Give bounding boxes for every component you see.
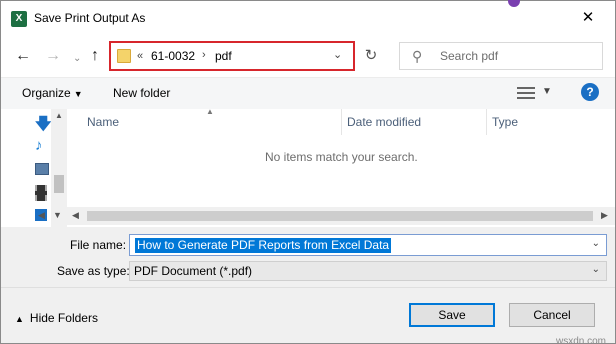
breadcrumb-pdf[interactable]: pdf: [215, 49, 232, 63]
address-dropdown-icon[interactable]: ⌄: [333, 48, 342, 61]
address-row: ← → ⌄ ↑ « 61-0032 › pdf ⌄ ↻ ⚲ Search pdf: [1, 35, 615, 77]
nav-pane-scroll-thumb[interactable]: [54, 175, 64, 193]
organize-button[interactable]: Organize ▼: [22, 86, 83, 100]
file-name-dropdown-icon[interactable]: ⌄: [592, 238, 600, 249]
music-icon[interactable]: ♪: [35, 137, 49, 154]
recent-locations-dropdown-icon[interactable]: ⌄: [73, 51, 81, 67]
save-as-type-select[interactable]: PDF Document (*.pdf) ⌄: [129, 261, 607, 281]
organize-label: Organize: [22, 86, 71, 100]
search-input[interactable]: ⚲ Search pdf: [399, 42, 603, 70]
view-options-icon[interactable]: [517, 87, 535, 99]
column-header-row: ▲ Name Date modified Type: [67, 107, 615, 135]
column-divider[interactable]: [341, 109, 342, 135]
address-bar[interactable]: « 61-0032 › pdf ⌄: [109, 41, 355, 71]
scroll-up-icon[interactable]: ▲: [55, 111, 63, 120]
sort-caret-icon: ▲: [206, 107, 214, 116]
title-bar: X Save Print Output As ✕: [1, 0, 615, 35]
pictures-icon[interactable]: [35, 163, 49, 175]
chevron-down-icon: ▼: [73, 89, 83, 99]
dialog-footer: ▲ Hide Folders Save Cancel wsxdn.com: [1, 287, 615, 344]
window-title: Save Print Output As: [34, 11, 146, 25]
download-arrow-icon[interactable]: 🡇: [35, 113, 51, 133]
file-name-label: File name:: [70, 238, 127, 252]
column-date-modified[interactable]: Date modified: [347, 115, 421, 129]
save-as-type-label: Save as type:: [57, 264, 130, 278]
save-fields: File name: How to Generate PDF Reports f…: [1, 227, 615, 287]
scroll-left-icon[interactable]: ◀: [72, 210, 79, 221]
videos-icon[interactable]: [35, 185, 47, 201]
forward-arrow-icon[interactable]: →: [45, 48, 61, 64]
search-icon: ⚲: [412, 48, 423, 64]
horizontal-scrollbar[interactable]: ◀ ▶: [67, 207, 615, 225]
folder-icon: [117, 49, 131, 63]
column-type[interactable]: Type: [492, 115, 518, 129]
watermark: wsxdn.com: [556, 336, 607, 344]
column-divider[interactable]: [486, 109, 487, 135]
toolbar: Organize ▼ New folder ▼ ?: [1, 77, 615, 109]
file-browser: 🡇 ♪ ▲ ◀ ▼ ▲ Name Date modified Type No i…: [1, 107, 615, 227]
navigation-pane: 🡇 ♪ ▲ ◀ ▼: [1, 109, 67, 227]
scroll-right-icon[interactable]: ▶: [601, 210, 608, 221]
save-button[interactable]: Save: [409, 303, 495, 327]
chevron-up-icon: ▲: [15, 314, 24, 324]
file-name-field[interactable]: How to Generate PDF Reports from Excel D…: [129, 234, 607, 256]
nav-scroll-down-icon[interactable]: ▼: [53, 210, 62, 220]
cancel-button[interactable]: Cancel: [509, 303, 595, 327]
breadcrumb-separator: ›: [202, 49, 206, 61]
save-as-type-dropdown-icon[interactable]: ⌄: [592, 264, 600, 275]
view-dropdown-icon[interactable]: ▼: [542, 86, 552, 97]
new-folder-button[interactable]: New folder: [113, 86, 170, 100]
empty-folder-message: No items match your search.: [265, 150, 418, 164]
hide-folders-label: Hide Folders: [29, 311, 98, 325]
breadcrumb-overflow[interactable]: «: [137, 50, 143, 62]
search-placeholder: Search pdf: [440, 49, 499, 63]
excel-app-icon: X: [11, 11, 27, 27]
close-button[interactable]: ✕: [571, 7, 605, 29]
save-dialog: X Save Print Output As ✕ ← → ⌄ ↑ « 61-00…: [0, 0, 616, 344]
breadcrumb-61-0032[interactable]: 61-0032: [151, 49, 195, 63]
file-name-value: How to Generate PDF Reports from Excel D…: [135, 238, 392, 253]
save-as-type-value: PDF Document (*.pdf): [134, 264, 253, 278]
back-arrow-icon[interactable]: ←: [15, 48, 31, 64]
horizontal-scroll-thumb[interactable]: [87, 211, 593, 221]
refresh-icon[interactable]: ↻: [361, 46, 381, 66]
hide-folders-button[interactable]: ▲ Hide Folders: [15, 311, 98, 325]
help-icon[interactable]: ?: [581, 83, 599, 101]
up-arrow-icon[interactable]: ↑: [91, 48, 99, 64]
nav-scroll-left-icon[interactable]: ◀: [38, 210, 45, 221]
notification-dot: [508, 0, 520, 7]
column-name[interactable]: Name: [87, 115, 119, 129]
